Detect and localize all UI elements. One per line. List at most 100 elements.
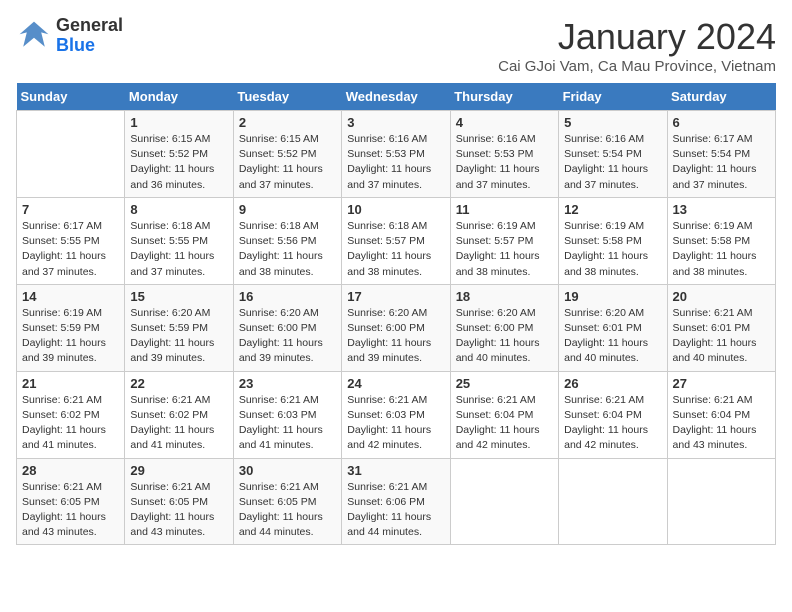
day-header-tuesday: Tuesday: [233, 83, 341, 111]
calendar-header-row: SundayMondayTuesdayWednesdayThursdayFrid…: [17, 83, 776, 111]
calendar-cell: 24 Sunrise: 6:21 AMSunset: 6:03 PMDayligh…: [342, 371, 450, 458]
calendar-cell: 17 Sunrise: 6:20 AMSunset: 6:00 PMDayligh…: [342, 284, 450, 371]
day-details: Sunrise: 6:21 AMSunset: 6:06 PMDaylight:…: [347, 480, 444, 541]
calendar-cell: 12Sunrise: 6:19 AMSunset: 5:58 PMDayligh…: [559, 197, 667, 284]
day-number: 11: [456, 202, 553, 217]
day-number: 20: [673, 289, 770, 304]
day-number: 24: [347, 376, 444, 391]
calendar-week-row: 21 Sunrise: 6:21 AMSunset: 6:02 PMDayligh…: [17, 371, 776, 458]
calendar-cell: 8 Sunrise: 6:18 AMSunset: 5:55 PMDaylight…: [125, 197, 233, 284]
day-number: 13: [673, 202, 770, 217]
calendar-week-row: 14 Sunrise: 6:19 AMSunset: 5:59 PMDayligh…: [17, 284, 776, 371]
page-header: General Blue January 2024 Cai GJoi Vam, …: [16, 16, 776, 75]
calendar-cell: 9Sunrise: 6:18 AMSunset: 5:56 PMDaylight…: [233, 197, 341, 284]
calendar-cell: [559, 458, 667, 545]
day-details: Sunrise: 6:18 AMSunset: 5:57 PMDaylight:…: [347, 219, 444, 280]
calendar-cell: 23 Sunrise: 6:21 AMSunset: 6:03 PMDayligh…: [233, 371, 341, 458]
day-number: 5: [564, 115, 661, 130]
day-details: Sunrise: 6:16 AMSunset: 5:54 PMDaylight:…: [564, 132, 661, 193]
calendar-cell: 22Sunrise: 6:21 AMSunset: 6:02 PMDayligh…: [125, 371, 233, 458]
calendar-cell: 27Sunrise: 6:21 AMSunset: 6:04 PMDayligh…: [667, 371, 775, 458]
day-details: Sunrise: 6:16 AMSunset: 5:53 PMDaylight:…: [347, 132, 444, 193]
location-text: Cai GJoi Vam, Ca Mau Province, Vietnam: [498, 58, 776, 75]
day-details: Sunrise: 6:15 AMSunset: 5:52 PMDaylight:…: [239, 132, 336, 193]
day-details: Sunrise: 6:21 AMSunset: 6:05 PMDaylight:…: [239, 480, 336, 541]
calendar-cell: 25 Sunrise: 6:21 AMSunset: 6:04 PMDayligh…: [450, 371, 558, 458]
day-details: Sunrise: 6:21 AMSunset: 6:05 PMDaylight:…: [22, 480, 119, 541]
day-details: Sunrise: 6:21 AMSunset: 6:01 PMDaylight:…: [673, 306, 770, 367]
calendar-cell: 4Sunrise: 6:16 AMSunset: 5:53 PMDaylight…: [450, 111, 558, 198]
calendar-cell: [17, 111, 125, 198]
day-details: Sunrise: 6:21 AMSunset: 6:03 PMDaylight:…: [347, 393, 444, 454]
month-title: January 2024: [498, 16, 776, 58]
day-number: 15: [130, 289, 227, 304]
day-number: 30: [239, 463, 336, 478]
day-header-friday: Friday: [559, 83, 667, 111]
day-details: Sunrise: 6:19 AMSunset: 5:58 PMDaylight:…: [673, 219, 770, 280]
calendar-cell: 26 Sunrise: 6:21 AMSunset: 6:04 PMDayligh…: [559, 371, 667, 458]
calendar-cell: 28 Sunrise: 6:21 AMSunset: 6:05 PMDayligh…: [17, 458, 125, 545]
day-details: Sunrise: 6:19 AMSunset: 5:59 PMDaylight:…: [22, 306, 119, 367]
calendar-cell: 2Sunrise: 6:15 AMSunset: 5:52 PMDaylight…: [233, 111, 341, 198]
title-area: January 2024 Cai GJoi Vam, Ca Mau Provin…: [498, 16, 776, 75]
day-details: Sunrise: 6:17 AMSunset: 5:55 PMDaylight:…: [22, 219, 119, 280]
calendar-cell: 1 Sunrise: 6:15 AMSunset: 5:52 PMDaylight…: [125, 111, 233, 198]
day-number: 14: [22, 289, 119, 304]
day-header-wednesday: Wednesday: [342, 83, 450, 111]
logo-icon: [16, 18, 52, 54]
day-number: 8: [130, 202, 227, 217]
day-number: 25: [456, 376, 553, 391]
day-details: Sunrise: 6:21 AMSunset: 6:02 PMDaylight:…: [22, 393, 119, 454]
calendar-cell: [667, 458, 775, 545]
day-details: Sunrise: 6:16 AMSunset: 5:53 PMDaylight:…: [456, 132, 553, 193]
day-number: 17: [347, 289, 444, 304]
calendar-week-row: 7 Sunrise: 6:17 AMSunset: 5:55 PMDaylight…: [17, 197, 776, 284]
day-details: Sunrise: 6:19 AMSunset: 5:57 PMDaylight:…: [456, 219, 553, 280]
day-number: 19: [564, 289, 661, 304]
day-details: Sunrise: 6:17 AMSunset: 5:54 PMDaylight:…: [673, 132, 770, 193]
calendar-cell: 5 Sunrise: 6:16 AMSunset: 5:54 PMDaylight…: [559, 111, 667, 198]
calendar-cell: 21 Sunrise: 6:21 AMSunset: 6:02 PMDayligh…: [17, 371, 125, 458]
calendar-cell: 16Sunrise: 6:20 AMSunset: 6:00 PMDayligh…: [233, 284, 341, 371]
day-number: 9: [239, 202, 336, 217]
calendar-cell: 29Sunrise: 6:21 AMSunset: 6:05 PMDayligh…: [125, 458, 233, 545]
day-details: Sunrise: 6:21 AMSunset: 6:05 PMDaylight:…: [130, 480, 227, 541]
day-details: Sunrise: 6:20 AMSunset: 6:00 PMDaylight:…: [347, 306, 444, 367]
calendar-week-row: 1 Sunrise: 6:15 AMSunset: 5:52 PMDaylight…: [17, 111, 776, 198]
calendar-cell: [450, 458, 558, 545]
day-details: Sunrise: 6:19 AMSunset: 5:58 PMDaylight:…: [564, 219, 661, 280]
day-details: Sunrise: 6:21 AMSunset: 6:04 PMDaylight:…: [564, 393, 661, 454]
day-header-monday: Monday: [125, 83, 233, 111]
calendar-cell: 15 Sunrise: 6:20 AMSunset: 5:59 PMDayligh…: [125, 284, 233, 371]
day-details: Sunrise: 6:20 AMSunset: 6:01 PMDaylight:…: [564, 306, 661, 367]
day-details: Sunrise: 6:20 AMSunset: 6:00 PMDaylight:…: [456, 306, 553, 367]
day-number: 6: [673, 115, 770, 130]
calendar-cell: 19 Sunrise: 6:20 AMSunset: 6:01 PMDayligh…: [559, 284, 667, 371]
day-number: 28: [22, 463, 119, 478]
calendar-cell: 3 Sunrise: 6:16 AMSunset: 5:53 PMDaylight…: [342, 111, 450, 198]
day-details: Sunrise: 6:21 AMSunset: 6:04 PMDaylight:…: [456, 393, 553, 454]
day-details: Sunrise: 6:20 AMSunset: 5:59 PMDaylight:…: [130, 306, 227, 367]
day-number: 31: [347, 463, 444, 478]
day-details: Sunrise: 6:18 AMSunset: 5:55 PMDaylight:…: [130, 219, 227, 280]
calendar-table: SundayMondayTuesdayWednesdayThursdayFrid…: [16, 83, 776, 545]
day-number: 21: [22, 376, 119, 391]
calendar-cell: 10 Sunrise: 6:18 AMSunset: 5:57 PMDayligh…: [342, 197, 450, 284]
day-number: 27: [673, 376, 770, 391]
calendar-cell: 13 Sunrise: 6:19 AMSunset: 5:58 PMDayligh…: [667, 197, 775, 284]
logo-text: General Blue: [56, 16, 123, 56]
day-number: 23: [239, 376, 336, 391]
day-number: 3: [347, 115, 444, 130]
calendar-cell: 14 Sunrise: 6:19 AMSunset: 5:59 PMDayligh…: [17, 284, 125, 371]
calendar-cell: 7 Sunrise: 6:17 AMSunset: 5:55 PMDaylight…: [17, 197, 125, 284]
day-number: 16: [239, 289, 336, 304]
calendar-cell: 20 Sunrise: 6:21 AMSunset: 6:01 PMDayligh…: [667, 284, 775, 371]
day-header-saturday: Saturday: [667, 83, 775, 111]
day-number: 7: [22, 202, 119, 217]
day-details: Sunrise: 6:15 AMSunset: 5:52 PMDaylight:…: [130, 132, 227, 193]
day-header-thursday: Thursday: [450, 83, 558, 111]
day-details: Sunrise: 6:21 AMSunset: 6:03 PMDaylight:…: [239, 393, 336, 454]
day-number: 1: [130, 115, 227, 130]
day-number: 10: [347, 202, 444, 217]
day-number: 26: [564, 376, 661, 391]
